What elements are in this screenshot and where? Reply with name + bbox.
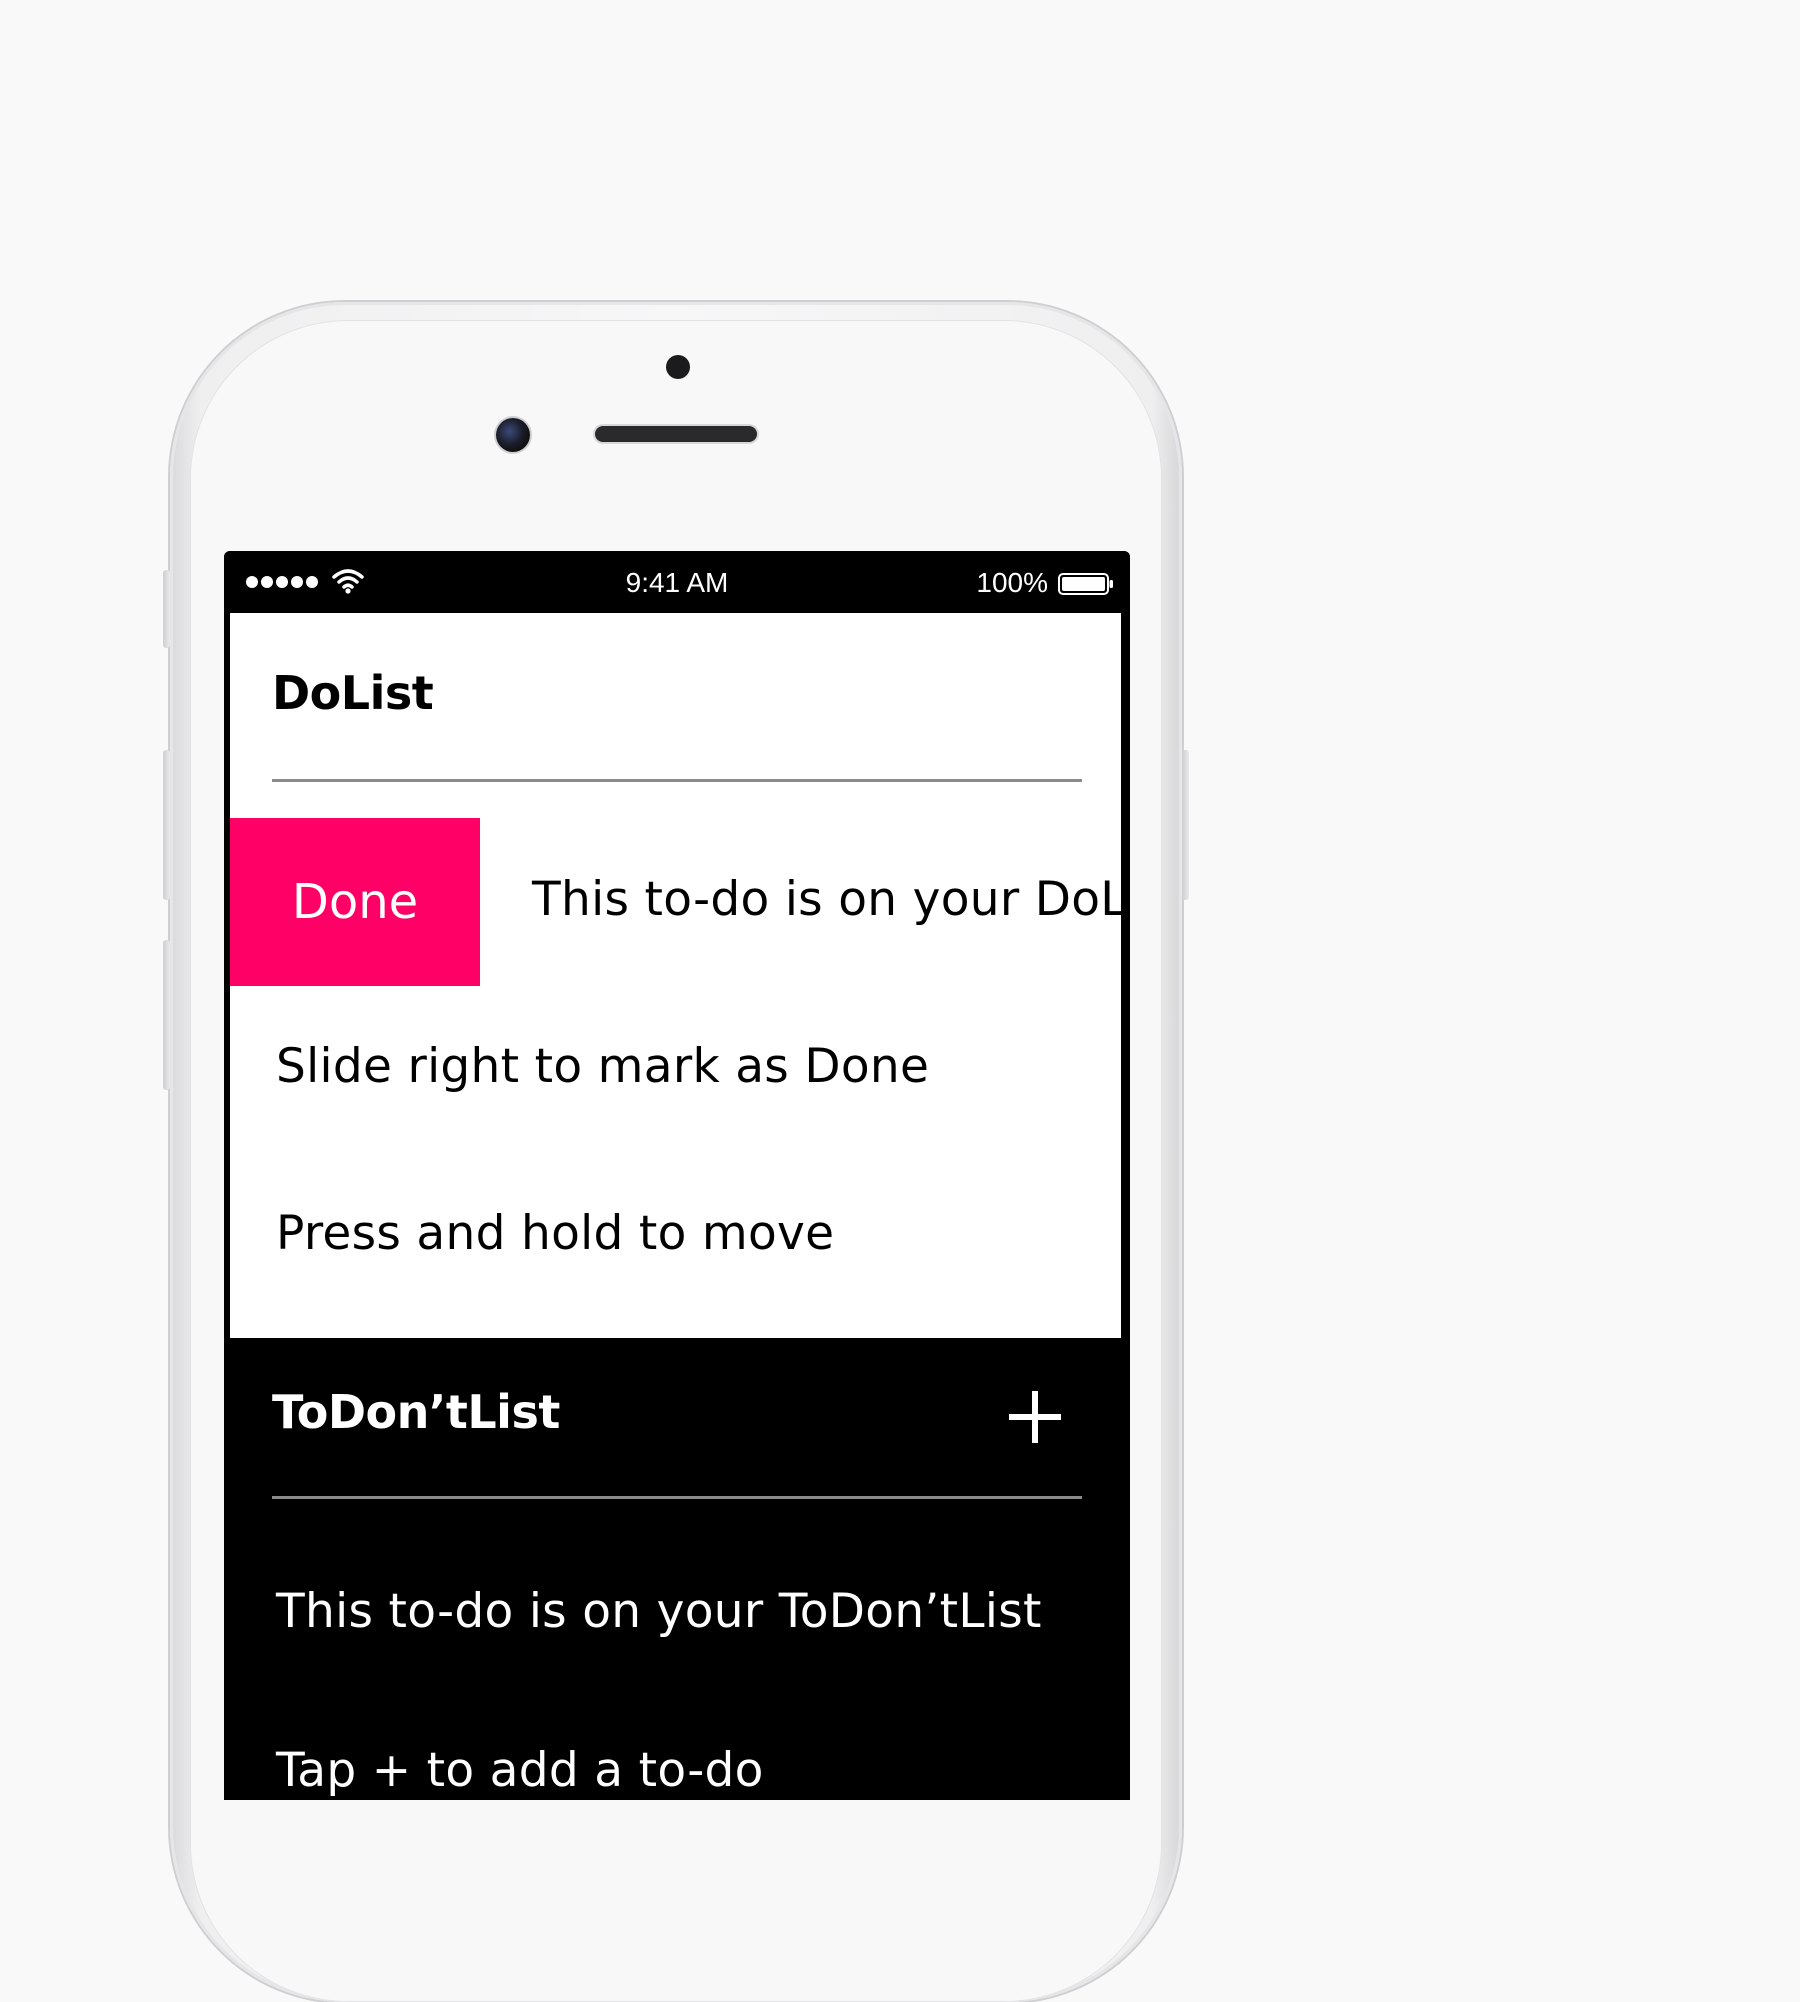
- power-button: [1182, 750, 1189, 900]
- dontlist-section: ToDon’tList This to-do is on your ToDon’…: [230, 1338, 1121, 1800]
- dontlist-item[interactable]: Tap + to add a to-do: [276, 1741, 764, 1800]
- battery-percentage: 100%: [976, 567, 1048, 598]
- done-swipe-action-button[interactable]: Done: [230, 818, 480, 986]
- dolist-divider: [272, 779, 1082, 782]
- dontlist-item[interactable]: This to-do is on your ToDon’tList: [276, 1582, 1042, 1642]
- battery-icon: [1058, 573, 1113, 595]
- volume-down-button: [163, 940, 170, 1090]
- volume-up-button: [163, 750, 170, 900]
- plus-icon[interactable]: [1007, 1389, 1063, 1445]
- dolist-title: DoList: [272, 666, 434, 720]
- proximity-sensor: [666, 355, 690, 379]
- mute-switch: [163, 570, 170, 648]
- earpiece-speaker: [595, 426, 757, 442]
- dontlist-title: ToDon’tList: [272, 1385, 560, 1439]
- dolist-item[interactable]: Press and hold to move: [276, 1204, 834, 1264]
- front-camera-icon: [496, 418, 530, 452]
- dolist-section: DoList Done This to-do is on your DoList…: [230, 613, 1121, 1338]
- app-screen: 9:41 AM 100% DoList Done This to-do is o…: [224, 551, 1130, 1800]
- dolist-item[interactable]: Slide right to mark as Done: [276, 1037, 929, 1097]
- dolist-item[interactable]: This to-do is on your DoList: [532, 870, 1121, 930]
- dontlist-divider: [272, 1496, 1082, 1499]
- status-bar: 9:41 AM 100%: [224, 551, 1130, 613]
